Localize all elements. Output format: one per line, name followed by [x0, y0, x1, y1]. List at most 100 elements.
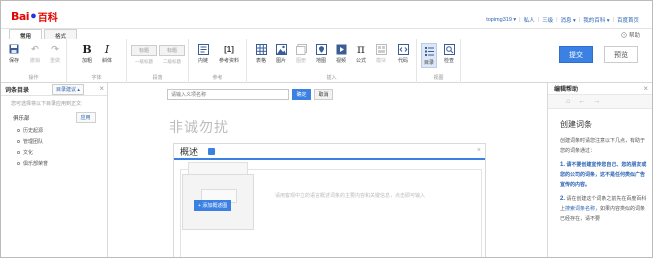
entry-title[interactable]: 非诚勿扰 [169, 117, 229, 137]
group-label-operation: 操作 [28, 75, 39, 81]
save-button[interactable]: 保存 [6, 43, 22, 64]
innerlink-button[interactable]: 内链 [195, 43, 211, 64]
forward-arrow-icon[interactable]: → [593, 98, 600, 105]
group-label-insert: 插入 [326, 75, 337, 81]
undo-label: 撤销 [29, 58, 40, 64]
apply-button[interactable]: 应用 [75, 112, 96, 123]
formula-button[interactable]: π 公式 [353, 42, 369, 64]
help-panel-title: 编辑帮助 [554, 87, 579, 93]
group-insert: 表格 图片 图册 地图 视频 π 公式 模块 代码 插入 [247, 39, 417, 83]
image-icon [275, 43, 287, 55]
help-intro: 创建词条时请您注意以下几点，有助于您的词条通过： [560, 138, 646, 154]
save-label: 保存 [8, 58, 19, 64]
private-link[interactable]: 私人 [521, 16, 538, 24]
redo-label: 重做 [49, 58, 60, 64]
abstract-image-placeholder: + 添加概述图 [182, 162, 262, 232]
logo-baike-text: 百科 [37, 12, 58, 24]
bold-label: 加粗 [81, 58, 92, 64]
sense-name-input[interactable] [167, 89, 289, 100]
messages-menu[interactable]: 消息 ▾ [558, 16, 579, 24]
table-icon [255, 43, 267, 55]
editor-window: Bai ● 百科 topimg319 ▾ | 私人 | 三级 | 消息 ▾ | … [0, 0, 653, 258]
close-icon[interactable]: × [477, 147, 481, 154]
submit-button[interactable]: 提交 [559, 46, 593, 63]
innerlink-icon [197, 43, 209, 55]
back-arrow-icon[interactable]: ← [578, 98, 585, 105]
map-button[interactable]: 地图 [313, 43, 329, 64]
level-link[interactable]: 三级 [539, 16, 556, 24]
help-step-1: 1. 请不要创建宣传您自己、您的朋友或您的公司的词条，这不是任何类似广告宣传的内… [560, 160, 648, 190]
code-button[interactable]: 代码 [395, 43, 411, 64]
album-icon [295, 43, 307, 55]
italic-button[interactable]: I 斜体 [99, 42, 115, 65]
group-label-paragraph: 段落 [152, 75, 163, 81]
toc-panel-title: 词条目录 [5, 87, 30, 94]
image-button[interactable]: 图片 [273, 43, 289, 64]
help-link[interactable]: ? 帮助 [621, 31, 640, 39]
baidu-baike-logo[interactable]: Bai ● 百科 [11, 9, 58, 24]
toc-item[interactable]: 管理团队 [17, 138, 107, 145]
check-button[interactable]: 检查 [441, 43, 457, 64]
undo-button[interactable]: ↶ 撤销 [27, 43, 43, 65]
bold-button[interactable]: B 加粗 [79, 43, 95, 65]
map-label: 地图 [315, 58, 326, 64]
check-icon [443, 43, 455, 55]
close-icon[interactable]: × [643, 84, 648, 93]
heading2-label: 二级标题 [163, 59, 181, 64]
undo-icon: ↶ [31, 43, 39, 54]
help-panel: 编辑帮助 × ⌂ ← → 创建词条 创建词条时请您注意以下几点，有助于您的词条通… [547, 83, 652, 257]
album-label: 图册 [295, 58, 306, 64]
module-button[interactable]: 模块 [373, 43, 389, 64]
user-menu[interactable]: topimg319 ▾ [483, 17, 519, 23]
group-view: 目录 检查 视图 [417, 39, 461, 83]
italic-icon: I [104, 42, 110, 56]
search-entry-link[interactable]: 搜索词条名称 [565, 206, 595, 212]
cancel-button[interactable]: 取消 [314, 89, 333, 100]
table-label: 表格 [255, 58, 266, 64]
toc-suggest-toggle[interactable]: 目录建议 ▴ [52, 84, 84, 95]
heading1-button[interactable]: 标题 [131, 45, 157, 56]
formula-label: 公式 [355, 58, 366, 64]
help-label: 帮助 [628, 33, 640, 39]
my-baike-menu[interactable]: 我的百科 ▾ [580, 16, 612, 24]
abstract-title: 概述 [180, 146, 199, 157]
toc-item[interactable]: 历史起源 [17, 127, 107, 134]
preview-button[interactable]: 预览 [604, 46, 638, 63]
group-label-view: 视图 [433, 75, 444, 81]
abstract-placeholder: 请用客观中立的语言概述词条的主要内容和关键信息，点击即可输入 [275, 193, 426, 199]
save-icon [8, 43, 20, 55]
redo-icon: ↷ [51, 43, 59, 54]
home-icon[interactable]: ⌂ [566, 98, 570, 105]
redo-button[interactable]: ↷ 重做 [47, 43, 63, 65]
confirm-button[interactable]: 确定 [292, 89, 311, 100]
bullet-icon [17, 129, 20, 132]
reference-icon: [1] [224, 44, 234, 54]
abstract-header: 概述 × [174, 144, 485, 160]
table-button[interactable]: 表格 [253, 43, 269, 64]
formula-icon: π [357, 42, 365, 56]
toc-panel-header: 词条目录 目录建议 ▴ × [1, 83, 107, 96]
help-heading: 创建词条 [560, 120, 592, 129]
video-button[interactable]: 视频 [333, 43, 349, 64]
logo-bai-text: Bai [11, 9, 30, 23]
reference-button[interactable]: [1] 参考资料 [217, 43, 241, 65]
album-button[interactable]: 图册 [293, 43, 309, 64]
editor-canvas: 确定 取消 非诚勿扰 概述 × 请用客观中立的语言概述词条的主要内容和关键信息，… [109, 83, 547, 257]
toc-item[interactable]: 俱乐部荣誉 [17, 160, 107, 167]
group-operation: 保存 ↶ 撤销 ↷ 重做 操作 [1, 39, 67, 83]
abstract-card: 概述 × 请用客观中立的语言概述词条的主要内容和关键信息，点击即可输入 + 添加… [173, 143, 486, 257]
heading2-button[interactable]: 标题 [159, 45, 185, 56]
toc-item[interactable]: 文化 [17, 149, 107, 156]
close-icon[interactable]: × [99, 84, 104, 93]
baidu-home-link[interactable]: 百度首页 [614, 16, 642, 24]
sense-name-bar: 确定 取消 [167, 89, 407, 101]
check-label: 检查 [443, 58, 454, 64]
help-icon[interactable] [208, 147, 216, 155]
toc-button[interactable]: 目录 [421, 43, 437, 68]
help-panel-header: 编辑帮助 × [548, 83, 652, 95]
module-icon [375, 43, 387, 55]
top-links: topimg319 ▾ | 私人 | 三级 | 消息 ▾ | 我的百科 ▾ | … [483, 16, 642, 24]
add-abstract-image-button[interactable]: + 添加概述图 [194, 200, 232, 211]
bullet-icon [17, 162, 20, 165]
code-icon [397, 43, 409, 55]
